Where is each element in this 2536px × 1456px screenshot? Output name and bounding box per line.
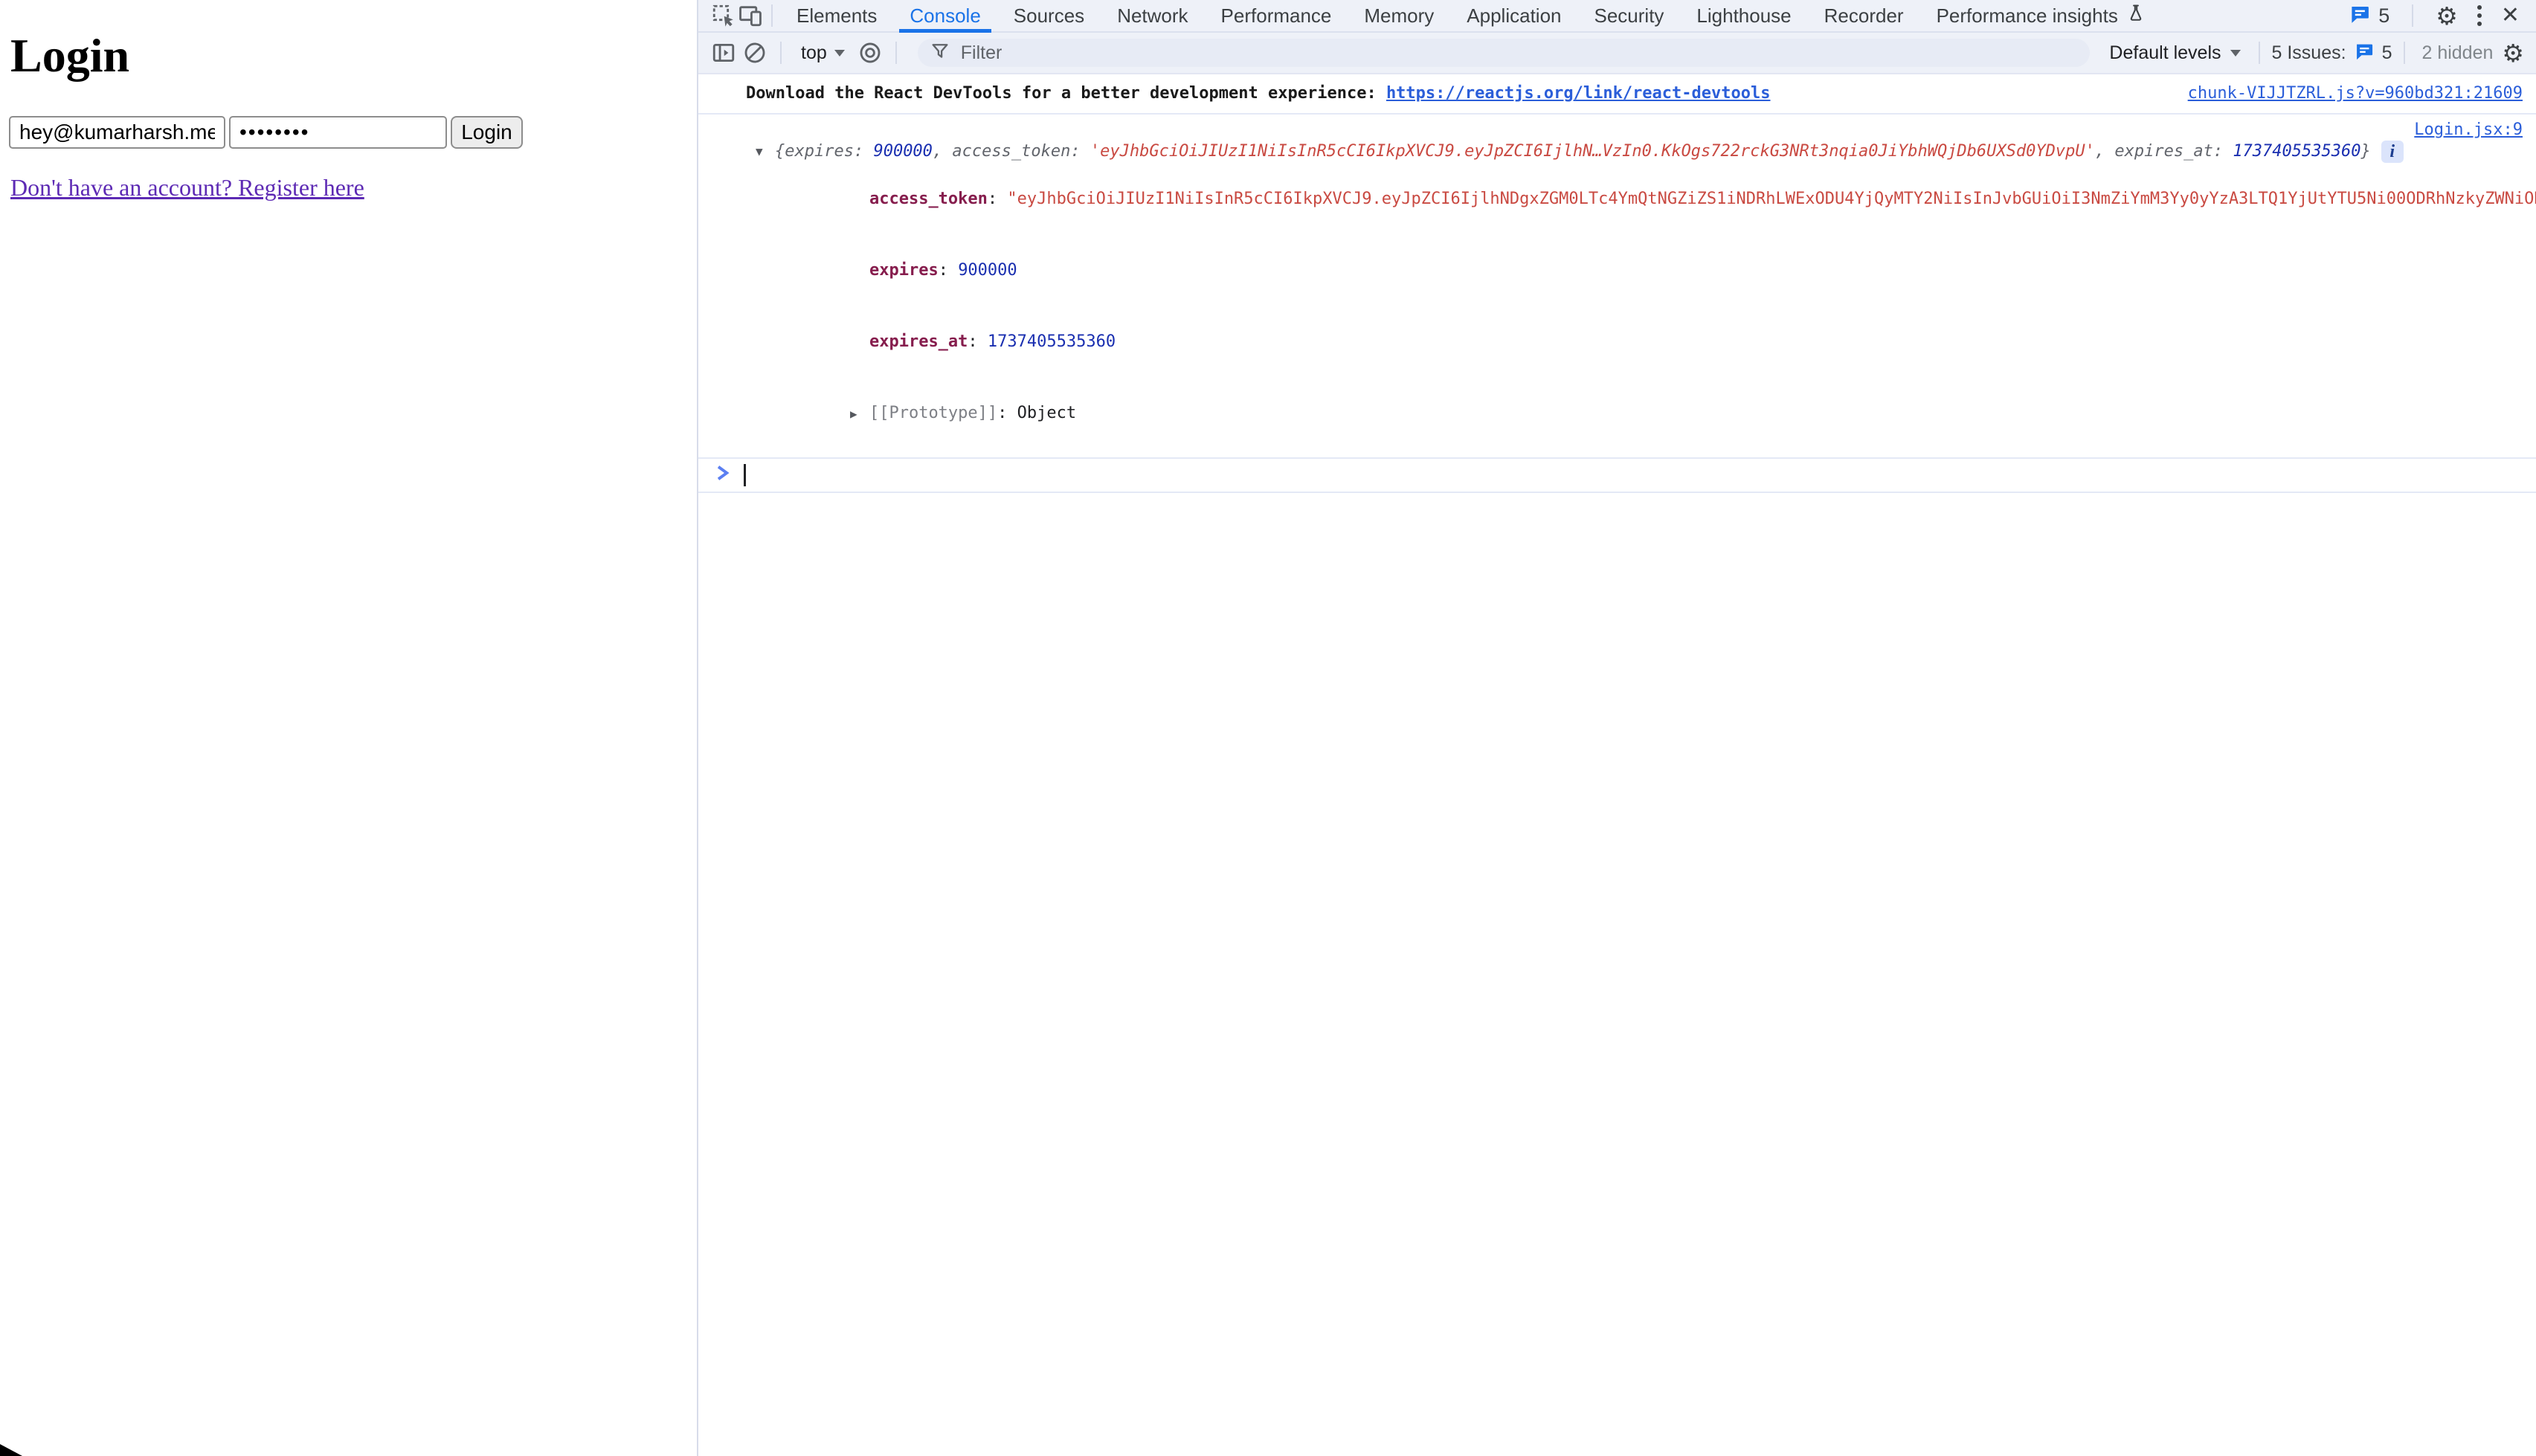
devtools-tabbar: Elements Console Sources Network Perform… <box>698 0 2536 33</box>
issues-icon <box>2354 41 2375 65</box>
tab-performance-insights[interactable]: Performance insights <box>1920 0 2163 31</box>
filter-input[interactable] <box>959 42 2079 65</box>
object-prototype-row: ▶[[Prototype]]: Object <box>771 378 2536 450</box>
devtools-panel: Elements Console Sources Network Perform… <box>697 0 2536 1456</box>
inspect-element-icon[interactable] <box>710 2 737 29</box>
tabbar-right-controls: 5 ⚙ ✕ <box>2349 2 2520 29</box>
divider <box>780 42 782 64</box>
react-devtools-link[interactable]: https://reactjs.org/link/react-devtools <box>1386 84 1771 103</box>
text-cursor <box>744 464 746 486</box>
flask-icon <box>2125 3 2146 29</box>
log-levels-selector[interactable]: Default levels <box>2103 42 2246 64</box>
tab-performance[interactable]: Performance <box>1205 0 1348 31</box>
filter-funnel-icon <box>930 41 950 65</box>
console-sidebar-toggle-icon[interactable] <box>710 39 737 66</box>
divider <box>2412 4 2413 27</box>
tab-lighthouse[interactable]: Lighthouse <box>1680 0 1807 31</box>
object-property-access-token: access_token: "eyJhbGciOiJIUzI1NiIsInR5c… <box>791 164 2536 235</box>
console-row-object-log: Login.jsx:9 ▼ {expires: 900000 , access_… <box>698 115 2536 459</box>
collapse-arrow-icon[interactable]: ▼ <box>756 140 775 164</box>
source-link-chunk[interactable]: chunk-VIJJTZRL.js?v=960bd321:21609 <box>2188 83 2523 105</box>
tab-application[interactable]: Application <box>1450 0 1577 31</box>
expand-arrow-icon[interactable]: ▶ <box>850 402 869 426</box>
filter-box[interactable] <box>918 39 2091 67</box>
settings-gear-icon[interactable]: ⚙ <box>2436 4 2458 28</box>
devtools-tabs: Elements Console Sources Network Perform… <box>780 0 2163 31</box>
react-devtools-message: Download the React DevTools for a better… <box>746 84 1386 103</box>
issues-counter[interactable]: 5 Issues: 5 <box>2272 41 2392 65</box>
tab-recorder[interactable]: Recorder <box>1808 0 1920 31</box>
live-expression-icon[interactable] <box>857 39 884 66</box>
divider <box>2404 42 2405 64</box>
console-toolbar: top Default levels 5 Issues: <box>698 33 2536 74</box>
issues-badge[interactable]: 5 <box>2349 3 2389 29</box>
tab-console[interactable]: Console <box>893 0 997 31</box>
source-link-login-jsx[interactable]: Login.jsx:9 <box>2414 120 2523 139</box>
login-button[interactable]: Login <box>451 116 523 149</box>
chevron-down-icon <box>834 50 845 57</box>
divider <box>895 42 897 64</box>
login-page: Login Login Don't have an account? Regis… <box>0 0 697 1456</box>
console-prompt[interactable] <box>698 459 2536 493</box>
chevron-down-icon <box>2230 50 2241 57</box>
clear-console-icon[interactable] <box>741 39 768 66</box>
login-form: Login <box>9 116 523 149</box>
password-field[interactable] <box>229 116 447 149</box>
object-property-expires-at: expires_at: 1737405535360 <box>791 306 2536 378</box>
object-preview-line: ▼ {expires: 900000 , access_token: 'eyJh… <box>756 140 2536 164</box>
divider <box>2259 42 2260 64</box>
email-field[interactable] <box>9 116 225 149</box>
close-icon[interactable]: ✕ <box>2501 4 2520 27</box>
execution-context-selector[interactable]: top <box>794 42 852 64</box>
object-property-expires: expires: 900000 <box>791 235 2536 306</box>
console-row-react-devtools: Download the React DevTools for a better… <box>698 74 2536 115</box>
prompt-chevron-icon <box>714 464 732 486</box>
tab-elements[interactable]: Elements <box>780 0 893 31</box>
tab-network[interactable]: Network <box>1101 0 1204 31</box>
more-options-icon[interactable] <box>2473 2 2486 29</box>
issues-icon <box>2349 3 2371 29</box>
tab-security[interactable]: Security <box>1578 0 1681 31</box>
corner-artifact <box>0 1444 22 1456</box>
tab-sources[interactable]: Sources <box>997 0 1101 31</box>
divider <box>771 4 773 27</box>
page-title: Login <box>10 28 129 83</box>
register-link[interactable]: Don't have an account? Register here <box>10 174 364 202</box>
tab-memory[interactable]: Memory <box>1348 0 1450 31</box>
hidden-messages-label: 2 hidden <box>2417 42 2497 64</box>
device-toolbar-icon[interactable] <box>737 2 764 29</box>
console-messages: Download the React DevTools for a better… <box>698 74 2536 493</box>
console-settings-gear-icon[interactable]: ⚙ <box>2502 41 2524 65</box>
info-icon[interactable]: i <box>2381 141 2404 163</box>
